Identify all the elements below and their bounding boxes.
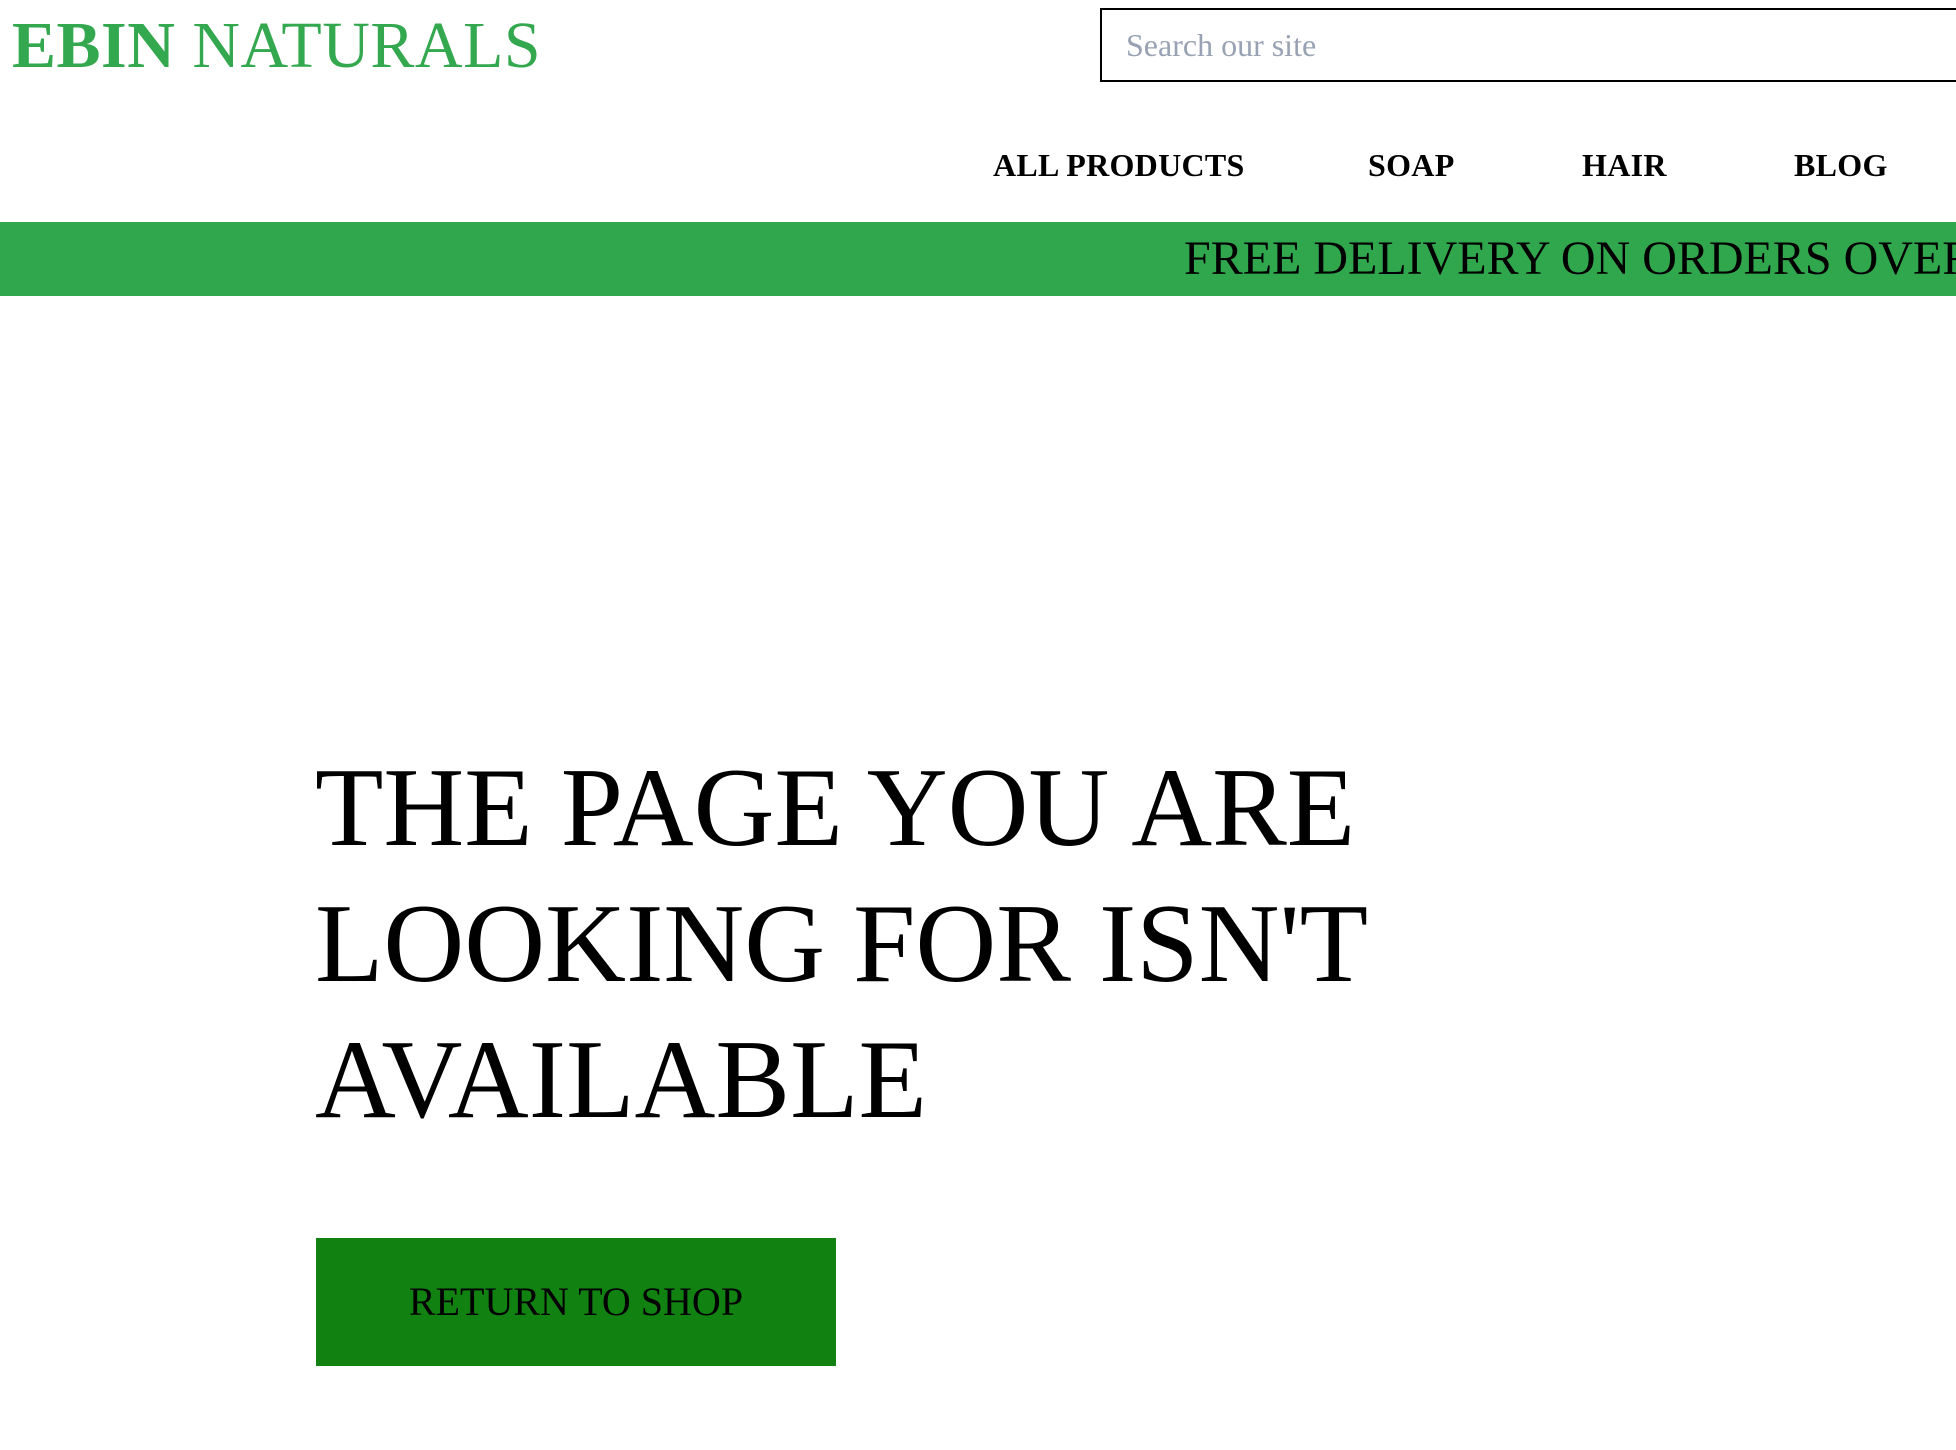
promo-text: FREE DELIVERY ON ORDERS OVER [1184,232,1956,285]
search-box [1100,8,1956,82]
error-heading: THE PAGE YOU ARE LOOKING FOR ISN'T AVAIL… [315,746,1367,1142]
brand-name-rest: NATURALS [192,9,542,82]
nav-item-soap[interactable]: SOAP [1368,140,1455,190]
main-nav: ALL PRODUCTS SOAP HAIR BLOG [0,140,1956,190]
brand-name-strong: EBIN [12,9,176,82]
promo-banner: FREE DELIVERY ON ORDERS OVER [0,222,1956,296]
brand-logo[interactable]: EBIN NATURALS [12,6,541,86]
nav-item-all-products[interactable]: ALL PRODUCTS [993,140,1245,190]
return-to-shop-button[interactable]: RETURN TO SHOP [316,1238,836,1366]
search-input[interactable] [1126,15,1956,75]
nav-item-blog[interactable]: BLOG [1794,140,1888,190]
nav-item-hair[interactable]: HAIR [1582,140,1667,190]
